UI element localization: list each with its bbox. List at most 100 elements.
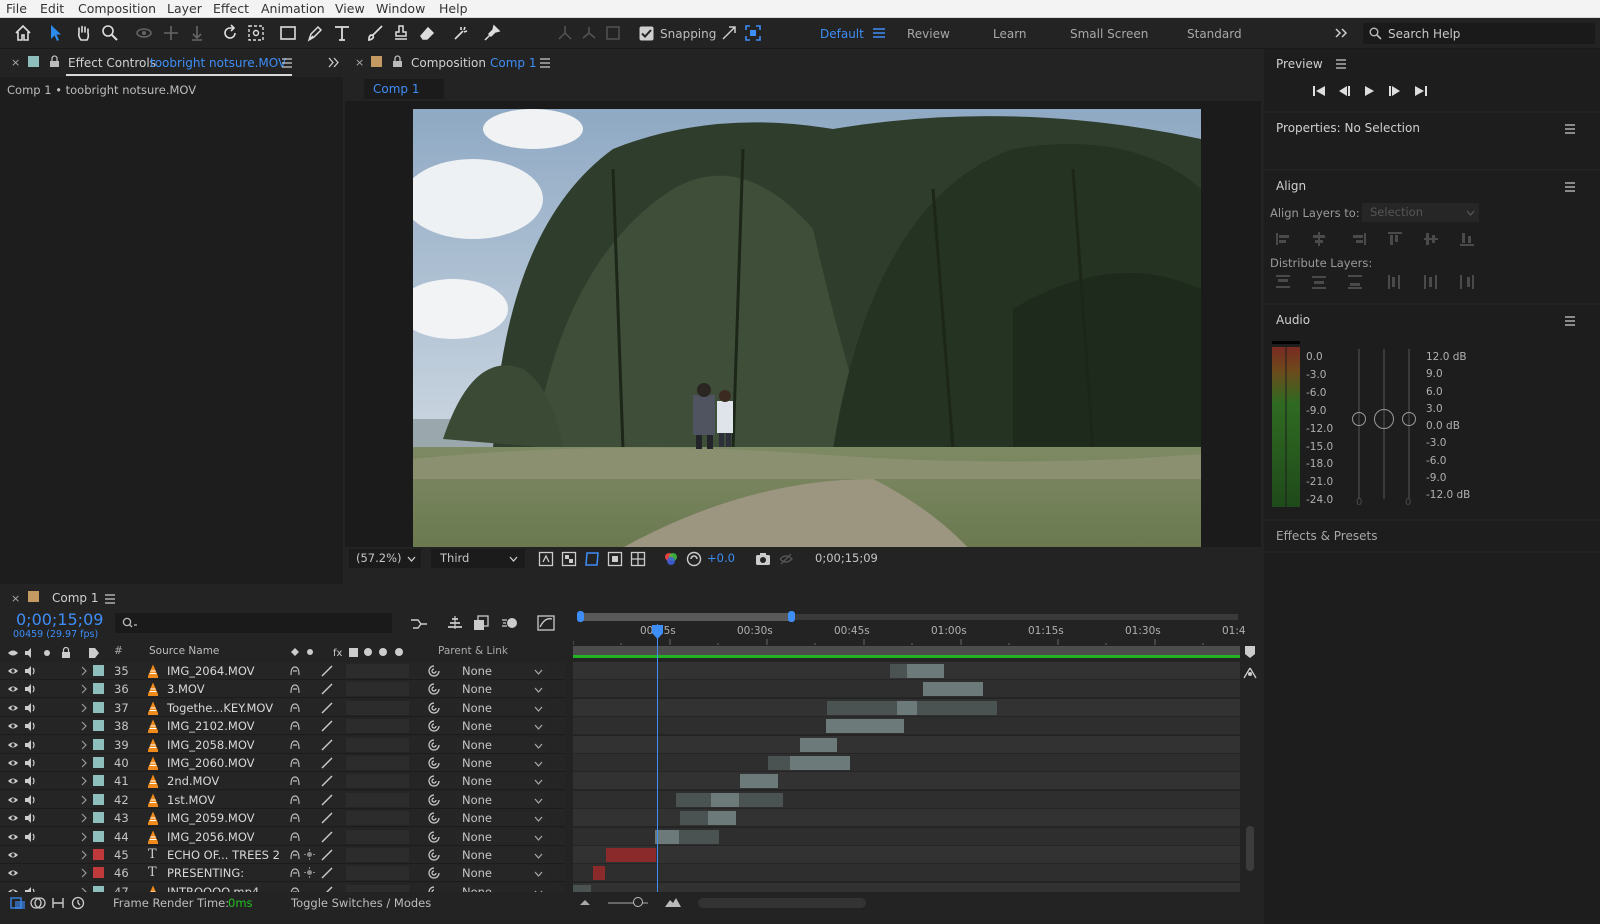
type-tool-icon[interactable] (331, 22, 353, 44)
comp-marker-bin-icon[interactable] (1244, 645, 1256, 659)
menu-help[interactable]: Help (439, 1, 468, 16)
composition-tab[interactable]: Composition (411, 56, 486, 70)
audio-speaker-icon[interactable] (24, 831, 36, 843)
parent-dropdown[interactable]: None (456, 700, 546, 716)
navigator-range[interactable] (580, 613, 791, 621)
last-frame-icon[interactable] (1414, 85, 1428, 97)
shy-layer-icon[interactable] (289, 775, 301, 787)
layer-source-name[interactable]: 3.MOV (167, 682, 205, 696)
panel-menu-icon[interactable] (1564, 316, 1576, 326)
more-workspaces-icon[interactable] (1330, 22, 1352, 44)
layer-row[interactable]: 39 IMG_2058.MOV None (0, 735, 1240, 754)
layer-duration-bar[interactable] (679, 829, 719, 844)
collapse-transform-icon[interactable] (304, 849, 315, 860)
shy-layer-icon[interactable] (289, 794, 301, 806)
timeline-tab[interactable]: Comp 1 (52, 591, 98, 605)
layer-source-name[interactable]: IMG_2058.MOV (167, 738, 255, 752)
menu-effect[interactable]: Effect (213, 1, 249, 16)
work-area-indicator[interactable] (573, 655, 1240, 658)
previous-frame-icon[interactable] (1337, 85, 1351, 97)
align-to-dropdown[interactable]: Selection (1362, 203, 1479, 222)
reset-exposure-icon[interactable] (686, 551, 702, 567)
layer-source-name[interactable]: IMG_2102.MOV (167, 719, 255, 733)
layer-duration-bar[interactable] (800, 737, 837, 752)
layer-duration-bar[interactable] (676, 792, 711, 807)
quality-switch-icon[interactable] (321, 739, 333, 751)
expand-panel-icon[interactable] (328, 57, 340, 68)
parent-dropdown[interactable]: None (456, 774, 546, 790)
draft-3d-icon[interactable] (446, 615, 464, 631)
shy-layer-icon[interactable] (289, 867, 301, 879)
toggle-switches-modes[interactable]: Toggle Switches / Modes (291, 896, 431, 910)
quality-switch-icon[interactable] (321, 812, 333, 824)
rectangle-tool-icon[interactable] (277, 22, 299, 44)
visibility-eye-icon[interactable] (7, 813, 19, 823)
motion-blur-icon[interactable] (501, 615, 519, 631)
shy-layer-icon[interactable] (289, 757, 301, 769)
time-navigator[interactable] (577, 610, 1240, 623)
zoom-out-icon[interactable] (579, 897, 591, 907)
parent-dropdown[interactable]: None (456, 811, 546, 827)
transfer-controls-icon[interactable] (30, 896, 46, 910)
audio-speaker-icon[interactable] (24, 775, 36, 787)
panel-menu-icon[interactable] (104, 594, 116, 604)
layer-row[interactable]: 35 IMG_2064.MOV None (0, 662, 1240, 680)
search-help-input[interactable]: Search Help (1363, 23, 1595, 44)
visibility-eye-icon[interactable] (7, 776, 19, 786)
parent-dropdown[interactable]: None (456, 682, 546, 698)
navigator-end-handle[interactable] (788, 611, 795, 622)
chevron-right-icon[interactable] (81, 666, 87, 676)
menu-file[interactable]: File (6, 1, 27, 16)
quality-switch-icon[interactable] (321, 665, 333, 677)
work-area-bar[interactable] (573, 646, 1240, 655)
layer-row[interactable]: 45 T ECHO OF... TREES 2 None (0, 846, 1240, 864)
pick-whip-icon[interactable] (428, 683, 440, 695)
pick-whip-icon[interactable] (428, 812, 440, 824)
quality-switch-icon[interactable] (321, 683, 333, 695)
visibility-eye-icon[interactable] (7, 666, 19, 676)
effects-presets-title[interactable]: Effects & Presets (1276, 529, 1377, 543)
quality-switch-icon[interactable] (321, 794, 333, 806)
layer-duration-bar[interactable] (827, 700, 897, 715)
chevron-right-icon[interactable] (81, 850, 87, 860)
anchor-point-icon[interactable] (245, 22, 267, 44)
navigator-start-handle[interactable] (577, 611, 584, 622)
panel-menu-icon[interactable] (1564, 124, 1576, 134)
composition-tab-comp[interactable]: Comp 1 (490, 56, 536, 70)
chevron-right-icon[interactable] (81, 813, 87, 823)
eraser-tool-icon[interactable] (416, 22, 438, 44)
pick-whip-icon[interactable] (428, 702, 440, 714)
chevron-right-icon[interactable] (81, 795, 87, 805)
panel-menu-icon[interactable] (1335, 59, 1347, 69)
mask-visibility-icon[interactable] (584, 551, 600, 567)
magnification-dropdown[interactable]: (57.2%) (349, 549, 421, 568)
collapse-transform-icon[interactable] (304, 867, 315, 879)
column-source-name-header[interactable]: Source Name (149, 645, 219, 657)
dolly-camera-icon[interactable] (186, 22, 208, 44)
shy-layer-icon[interactable] (289, 831, 301, 843)
panel-menu-icon[interactable] (1564, 182, 1576, 192)
workspace-menu-icon[interactable] (868, 22, 890, 44)
menu-composition[interactable]: Composition (78, 1, 156, 16)
snap-edges-icon[interactable] (718, 22, 740, 44)
parent-dropdown[interactable]: None (456, 664, 546, 679)
label-color-swatch[interactable] (93, 665, 104, 676)
comp-button-icon[interactable] (1242, 666, 1258, 680)
layer-row[interactable]: 46 T PRESENTING: None (0, 864, 1240, 883)
quality-switch-icon[interactable] (321, 849, 333, 861)
chevron-right-icon[interactable] (81, 721, 87, 731)
chevron-right-icon[interactable] (81, 758, 87, 768)
shy-layer-icon[interactable] (289, 665, 301, 677)
layer-source-name[interactable]: PRESENTING: (167, 866, 244, 880)
pick-whip-icon[interactable] (428, 720, 440, 732)
menu-layer[interactable]: Layer (167, 1, 202, 16)
pick-whip-icon[interactable] (428, 867, 440, 879)
rotate-tool-icon[interactable] (219, 22, 241, 44)
quality-switch-icon[interactable] (321, 831, 333, 843)
pick-whip-icon[interactable] (428, 849, 440, 861)
layer-row[interactable]: 38 IMG_2102.MOV None (0, 717, 1240, 736)
layer-row[interactable]: 40 IMG_2060.MOV None (0, 754, 1240, 772)
shy-layer-icon[interactable] (289, 683, 301, 695)
pick-whip-icon[interactable] (428, 775, 440, 787)
timeline-search-input[interactable] (115, 613, 392, 633)
